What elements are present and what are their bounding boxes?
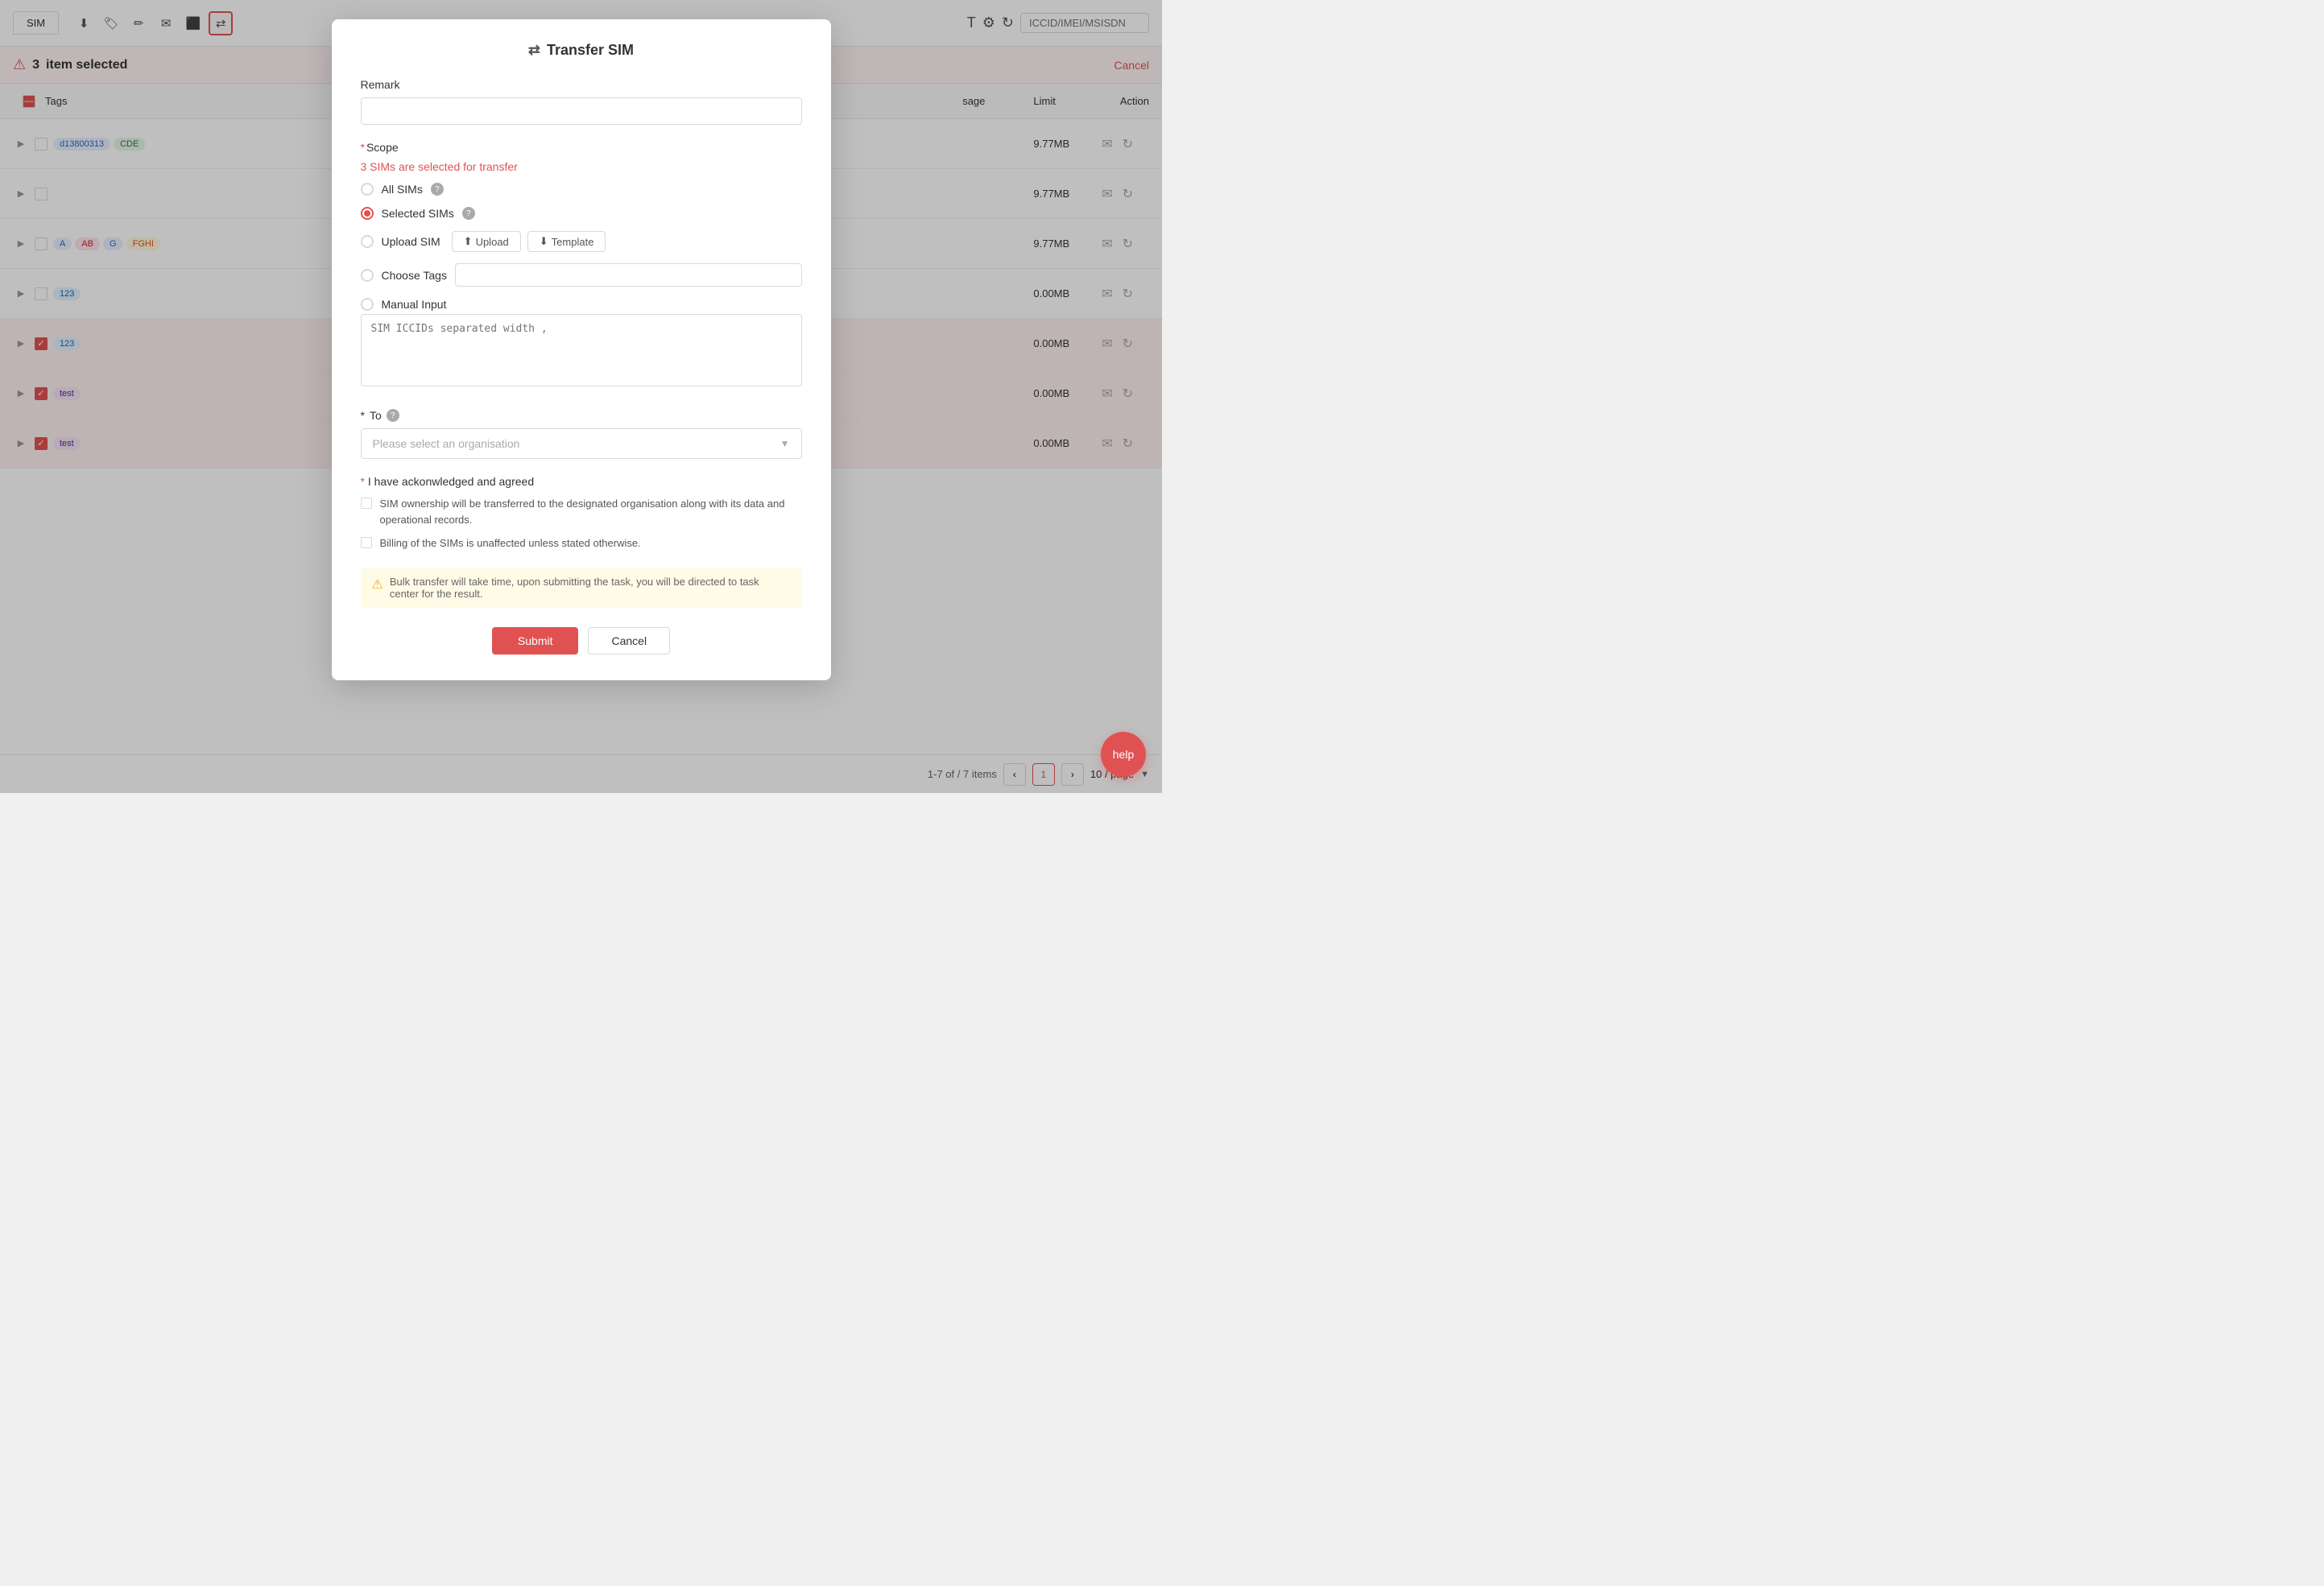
org-select-placeholder: Please select an organisation [373,437,520,450]
to-required: * [361,409,365,422]
scope-section: *Scope 3 SIMs are selected for transfer … [361,141,802,386]
radio-selected[interactable] [361,207,374,220]
radio-selected-label: Selected SIMs [382,207,454,220]
agree-section: * I have ackonwledged and agreed SIM own… [361,475,802,551]
manual-textarea[interactable] [361,314,802,386]
upload-btn-label: Upload [476,236,509,248]
warning-notice-icon: ⚠ [372,576,383,593]
to-label: * To ? [361,409,802,422]
selected-sims-help-icon[interactable]: ? [462,207,475,220]
scope-option-tags[interactable]: Choose Tags [361,263,802,287]
remark-label: Remark [361,78,802,91]
radio-manual[interactable] [361,298,374,311]
radio-manual-label: Manual Input [382,298,447,311]
to-help-icon[interactable]: ? [387,409,399,422]
to-label-text: To [370,409,382,422]
agree-required: * [361,475,365,488]
to-section: * To ? Please select an organisation ▼ [361,409,802,459]
radio-upload-label: Upload SIM [382,235,440,248]
remark-section: Remark [361,78,802,125]
radio-manual-row[interactable]: Manual Input [361,298,802,311]
scope-option-selected[interactable]: Selected SIMs ? [361,207,802,220]
modal-title-text: Transfer SIM [547,42,634,59]
help-fab[interactable]: help [1101,732,1146,777]
radio-all-label: All SIMs [382,183,423,196]
scope-required: * [361,141,365,154]
modal-cancel-button[interactable]: Cancel [588,627,670,655]
agree-title-text: I have ackonwledged and agreed [368,475,534,488]
agree-title: * I have ackonwledged and agreed [361,475,802,488]
upload-buttons: ⬆ Upload ⬇ Template [452,231,606,252]
agree-text-2: Billing of the SIMs is unaffected unless… [380,535,641,551]
template-icon: ⬇ [540,235,548,248]
radio-tags[interactable] [361,269,374,282]
upload-button[interactable]: ⬆ Upload [452,231,521,252]
scope-info: 3 SIMs are selected for transfer [361,160,802,173]
bulk-notice-text: Bulk transfer will take time, upon submi… [390,576,791,600]
transfer-title-icon: ⇄ [528,42,540,59]
transfer-sim-modal: ⇄ Transfer SIM Remark *Scope 3 SIMs are … [332,19,831,680]
scope-radio-group: All SIMs ? Selected SIMs ? Upload SIM ⬆ … [361,183,802,386]
tags-input[interactable] [455,263,802,287]
template-btn-label: Template [552,236,594,248]
agree-item-2: Billing of the SIMs is unaffected unless… [361,535,802,551]
modal-title: ⇄ Transfer SIM [361,42,802,59]
scope-option-all[interactable]: All SIMs ? [361,183,802,196]
bulk-notice: ⚠ Bulk transfer will take time, upon sub… [361,568,802,608]
all-sims-help-icon[interactable]: ? [431,183,444,196]
radio-all[interactable] [361,183,374,196]
submit-button[interactable]: Submit [492,627,579,655]
modal-actions: Submit Cancel [361,627,802,655]
agree-checkbox-1[interactable] [361,498,372,509]
agree-checkbox-2[interactable] [361,537,372,548]
scope-option-upload[interactable]: Upload SIM ⬆ Upload ⬇ Template [361,231,802,252]
org-select[interactable]: Please select an organisation ▼ [361,428,802,459]
agree-text-1: SIM ownership will be transferred to the… [380,496,802,527]
scope-option-manual: Manual Input [361,298,802,386]
template-button[interactable]: ⬇ Template [527,231,606,252]
org-select-arrow-icon: ▼ [780,438,790,449]
upload-icon: ⬆ [464,235,473,248]
scope-label: *Scope [361,141,802,154]
remark-input[interactable] [361,97,802,125]
radio-tags-label: Choose Tags [382,269,447,282]
radio-upload[interactable] [361,235,374,248]
agree-item-1: SIM ownership will be transferred to the… [361,496,802,527]
